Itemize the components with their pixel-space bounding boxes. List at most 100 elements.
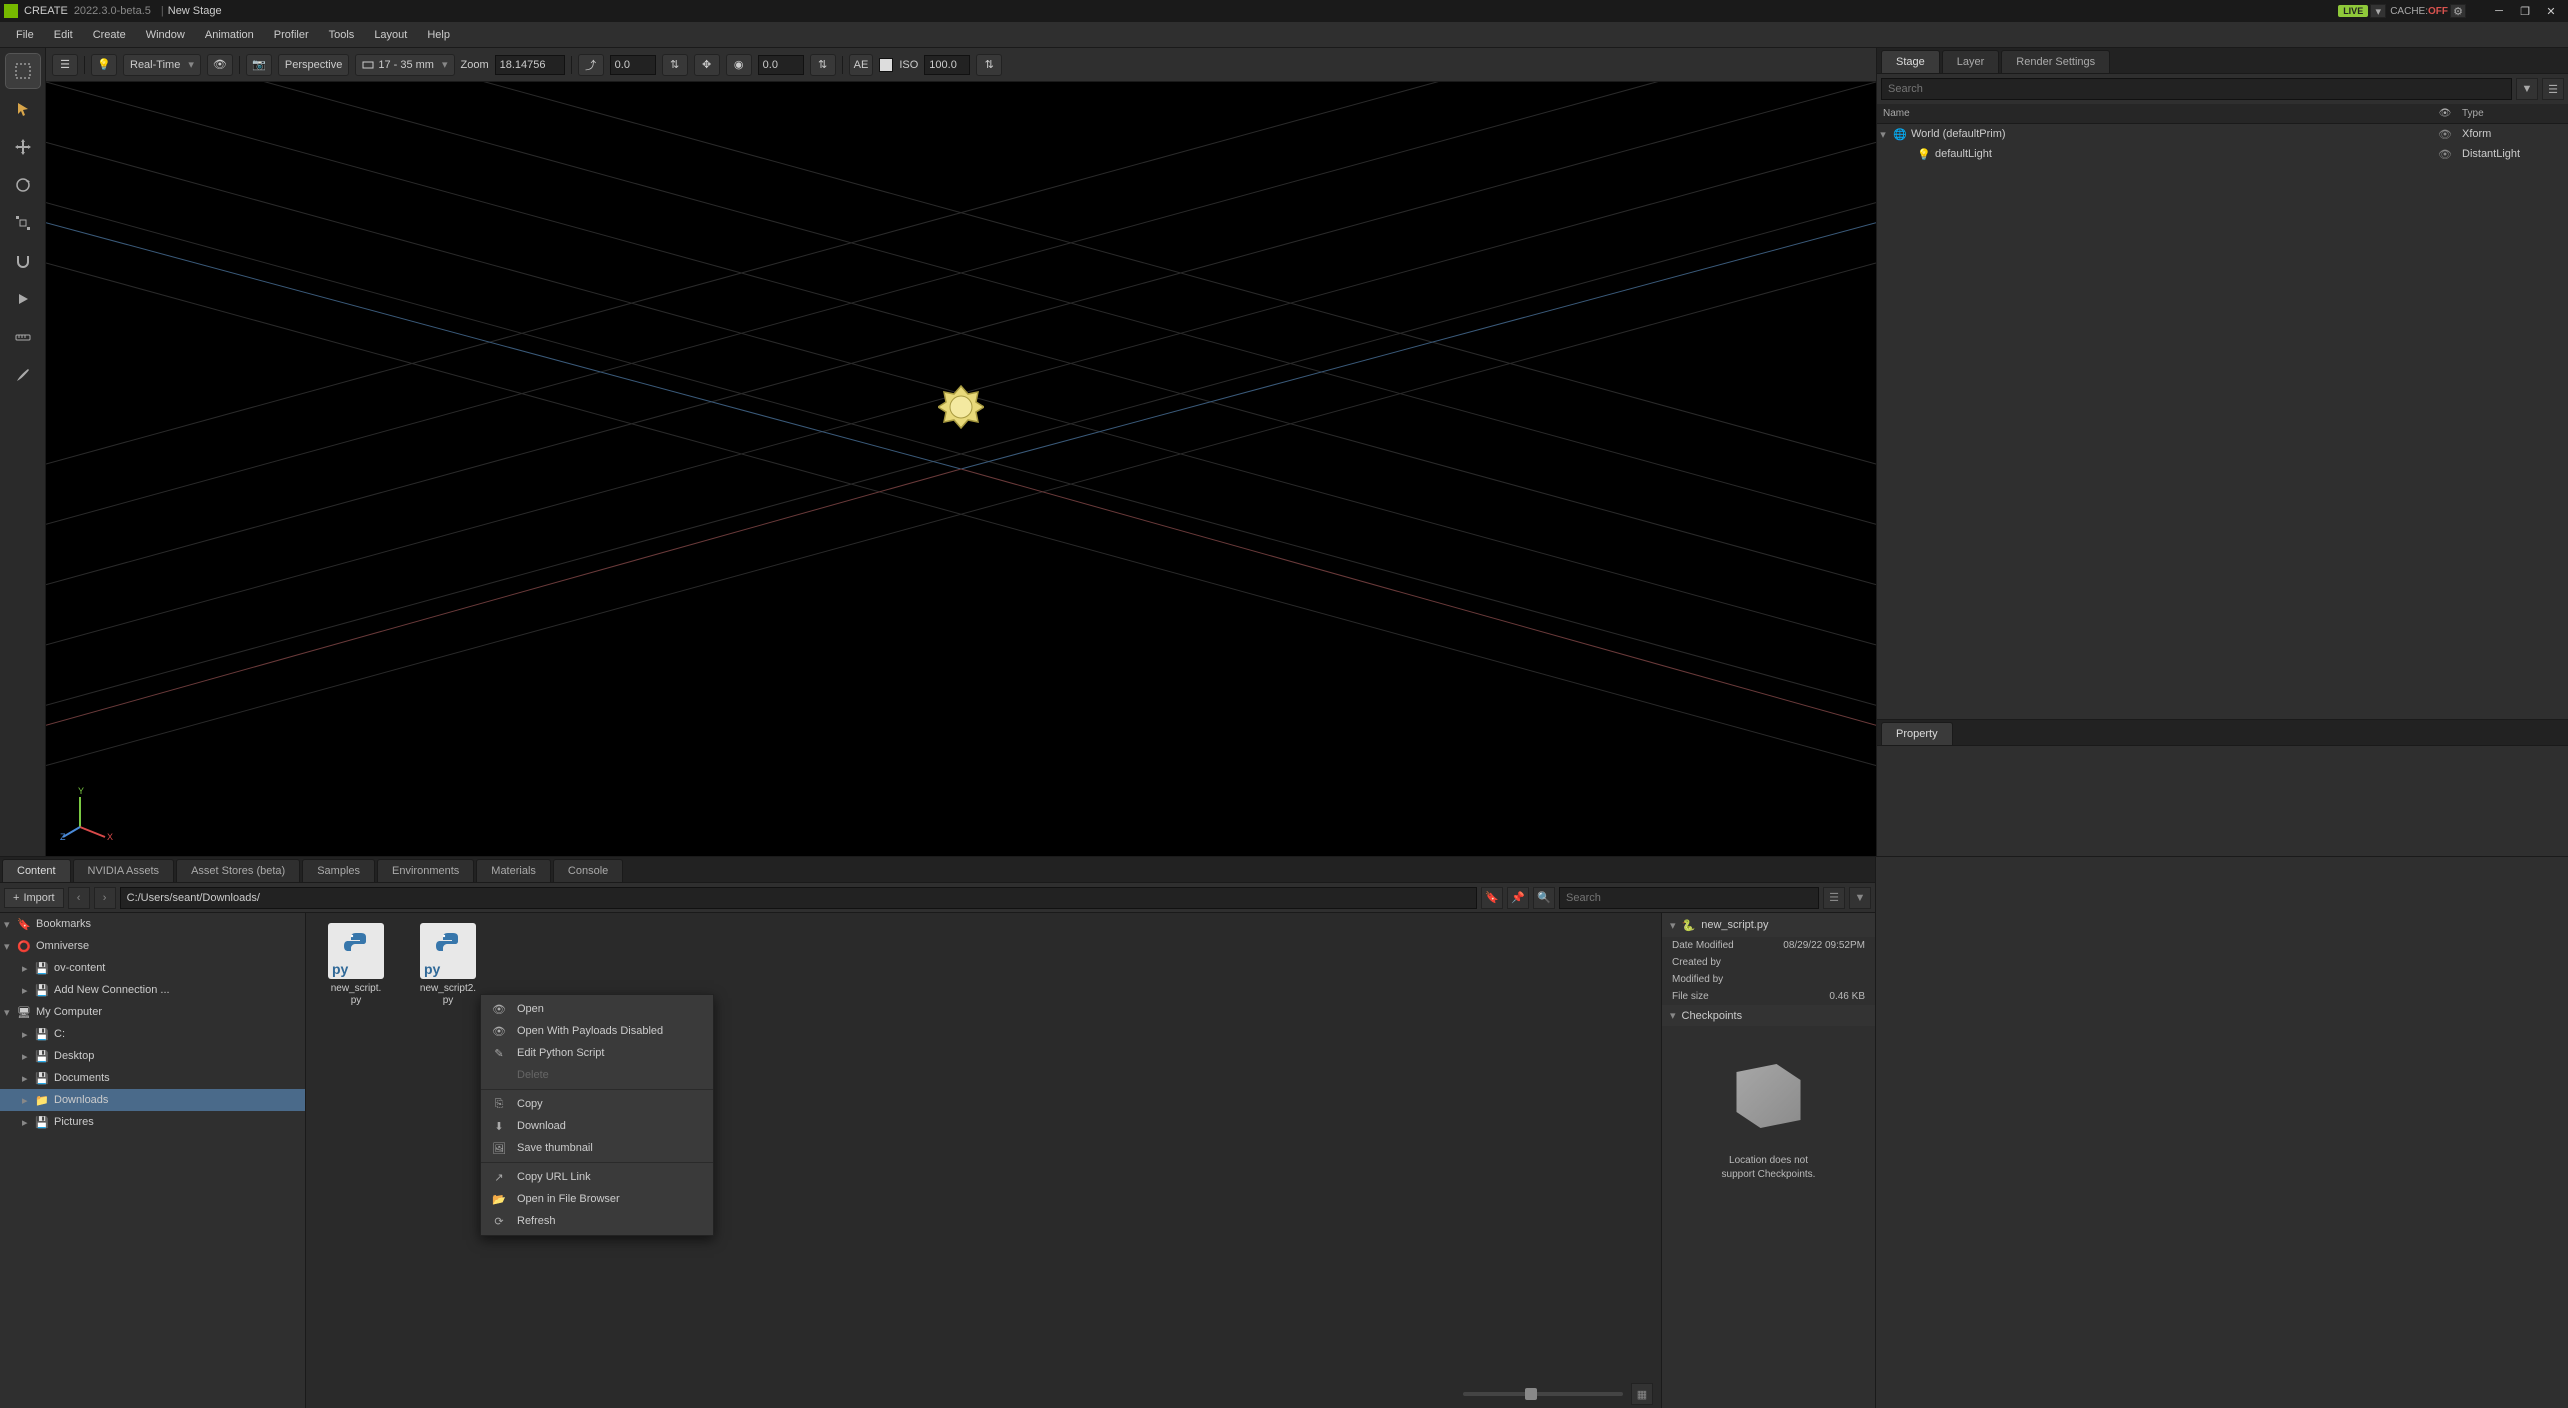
expand-icon[interactable]: ▸	[22, 1094, 34, 1107]
tab-property[interactable]: Property	[1881, 722, 1953, 745]
maximize-button[interactable]: ❐	[2512, 2, 2538, 20]
nav-back-button[interactable]: ‹	[68, 887, 90, 909]
content-tree-item[interactable]: ▸💾C:	[0, 1023, 305, 1045]
pin-icon[interactable]: 📌	[1507, 887, 1529, 909]
tool-measure[interactable]	[6, 320, 40, 354]
tab-render-settings[interactable]: Render Settings	[2001, 50, 2110, 73]
close-button[interactable]: ✕	[2538, 2, 2564, 20]
content-tree-item[interactable]: ▸💾Pictures	[0, 1111, 305, 1133]
chevron-down-icon[interactable]: ▾	[1670, 919, 1676, 932]
speed-icon[interactable]: ⤴	[578, 54, 604, 76]
menu-window[interactable]: Window	[136, 25, 195, 45]
tool-select-box[interactable]	[6, 54, 40, 88]
render-mode-dropdown[interactable]: Real-Time▾	[123, 54, 201, 76]
ae-label[interactable]: AE	[849, 54, 874, 76]
menu-profiler[interactable]: Profiler	[264, 25, 319, 45]
stepper3-icon[interactable]: ⇅	[976, 54, 1002, 76]
ae-checkbox[interactable]	[879, 58, 893, 72]
visibility-toggle[interactable]: 👁	[2432, 128, 2458, 141]
stepper1-icon[interactable]: ⇅	[662, 54, 688, 76]
tool-scale[interactable]	[6, 206, 40, 240]
filter-icon[interactable]: ▼	[2516, 78, 2538, 100]
menu-create[interactable]: Create	[83, 25, 136, 45]
tool-play[interactable]	[6, 282, 40, 316]
content-tree-item[interactable]: ▸💾ov-content	[0, 957, 305, 979]
axis-gizmo-icon[interactable]: Y X Z	[60, 782, 120, 842]
tool-snap[interactable]	[6, 244, 40, 278]
tab-console[interactable]: Console	[553, 859, 623, 882]
content-tree-item[interactable]: ▾🖥My Computer	[0, 1001, 305, 1023]
stepper2-icon[interactable]: ⇅	[810, 54, 836, 76]
path-input[interactable]	[120, 887, 1477, 909]
menu-tools[interactable]: Tools	[319, 25, 365, 45]
context-menu-item[interactable]: ↗Copy URL Link	[481, 1166, 713, 1188]
eye-icon[interactable]: 👁	[207, 54, 233, 76]
tool-brush[interactable]	[6, 358, 40, 392]
options-icon[interactable]: ☰	[2542, 78, 2564, 100]
expand-icon[interactable]: ▸	[22, 1050, 34, 1063]
context-menu-item[interactable]: 👁Open With Payloads Disabled	[481, 1020, 713, 1042]
menu-help[interactable]: Help	[417, 25, 460, 45]
tool-move[interactable]	[6, 130, 40, 164]
live-dropdown-icon[interactable]: ▾	[2370, 4, 2386, 18]
live-indicator[interactable]: LIVE	[2338, 5, 2368, 17]
import-button[interactable]: +Import	[4, 888, 64, 908]
context-menu-item[interactable]: 👁Open	[481, 998, 713, 1020]
context-menu-item[interactable]: ⬇Download	[481, 1115, 713, 1137]
expand-icon[interactable]: ▾	[4, 1006, 16, 1019]
visibility-toggle[interactable]: 👁	[2432, 148, 2458, 161]
speed1-input[interactable]	[610, 55, 656, 75]
aperture-icon[interactable]: ◉	[726, 54, 752, 76]
camera-dropdown[interactable]: Perspective	[278, 54, 349, 76]
menu-edit[interactable]: Edit	[44, 25, 83, 45]
content-tree-item[interactable]: ▸📁Downloads	[0, 1089, 305, 1111]
zoom-input[interactable]	[495, 55, 565, 75]
minimize-button[interactable]: ─	[2486, 2, 2512, 20]
speed2-input[interactable]	[758, 55, 804, 75]
lightbulb-icon[interactable]: 💡	[91, 54, 117, 76]
content-tree-item[interactable]: ▸💾Add New Connection ...	[0, 979, 305, 1001]
camera-icon[interactable]: 📷	[246, 54, 272, 76]
view-options-icon[interactable]: ☰	[1823, 887, 1845, 909]
expand-icon[interactable]: ▸	[22, 1028, 34, 1041]
expand-icon[interactable]: ▸	[22, 1072, 34, 1085]
tab-environments[interactable]: Environments	[377, 859, 474, 882]
filter-content-icon[interactable]: ▼	[1849, 887, 1871, 909]
move-axes-icon[interactable]: ✥	[694, 54, 720, 76]
content-tree-item[interactable]: ▸💾Desktop	[0, 1045, 305, 1067]
iso-input[interactable]	[924, 55, 970, 75]
tool-rotate[interactable]	[6, 168, 40, 202]
menu-file[interactable]: File	[6, 25, 44, 45]
expand-icon[interactable]: ▾	[4, 918, 16, 931]
thumbnail-zoom-slider[interactable]	[1463, 1392, 1623, 1396]
context-menu-item[interactable]: 📂Open in File Browser	[481, 1188, 713, 1210]
tab-stage[interactable]: Stage	[1881, 50, 1940, 73]
stage-search-input[interactable]	[1881, 78, 2512, 100]
tab-samples[interactable]: Samples	[302, 859, 375, 882]
expand-icon[interactable]: ▸	[22, 962, 34, 975]
grid-view-icon[interactable]: ▦	[1631, 1383, 1653, 1405]
tree-row-defaultlight[interactable]: 💡 defaultLight 👁 DistantLight	[1877, 144, 2568, 164]
file-item[interactable]: py new_script.py	[316, 923, 396, 1007]
search-icon[interactable]: 🔍	[1533, 887, 1555, 909]
nav-forward-button[interactable]: ›	[94, 887, 116, 909]
content-tree-item[interactable]: ▾⭕Omniverse	[0, 935, 305, 957]
viewport-menu-icon[interactable]: ☰	[52, 54, 78, 76]
tool-pointer[interactable]	[6, 92, 40, 126]
expand-icon[interactable]: ▾	[4, 940, 16, 953]
default-light-icon[interactable]	[938, 384, 984, 430]
context-menu-item[interactable]: ⎘Copy	[481, 1093, 713, 1115]
tab-nvidia-assets[interactable]: NVIDIA Assets	[73, 859, 175, 882]
tab-content[interactable]: Content	[2, 859, 71, 882]
file-item[interactable]: py new_script2.py	[408, 923, 488, 1007]
bookmark-toggle-icon[interactable]: 🔖	[1481, 887, 1503, 909]
expand-icon[interactable]: ▸	[22, 984, 34, 997]
tab-layer[interactable]: Layer	[1942, 50, 2000, 73]
tab-asset-stores[interactable]: Asset Stores (beta)	[176, 859, 300, 882]
content-tree-item[interactable]: ▸💾Documents	[0, 1067, 305, 1089]
viewport-3d[interactable]: Y X Z	[46, 82, 1876, 856]
menu-animation[interactable]: Animation	[195, 25, 264, 45]
expand-icon[interactable]: ▾	[1877, 128, 1889, 141]
checkpoints-header[interactable]: ▾ Checkpoints	[1662, 1005, 1875, 1026]
context-menu-item[interactable]: ⟳Refresh	[481, 1210, 713, 1232]
